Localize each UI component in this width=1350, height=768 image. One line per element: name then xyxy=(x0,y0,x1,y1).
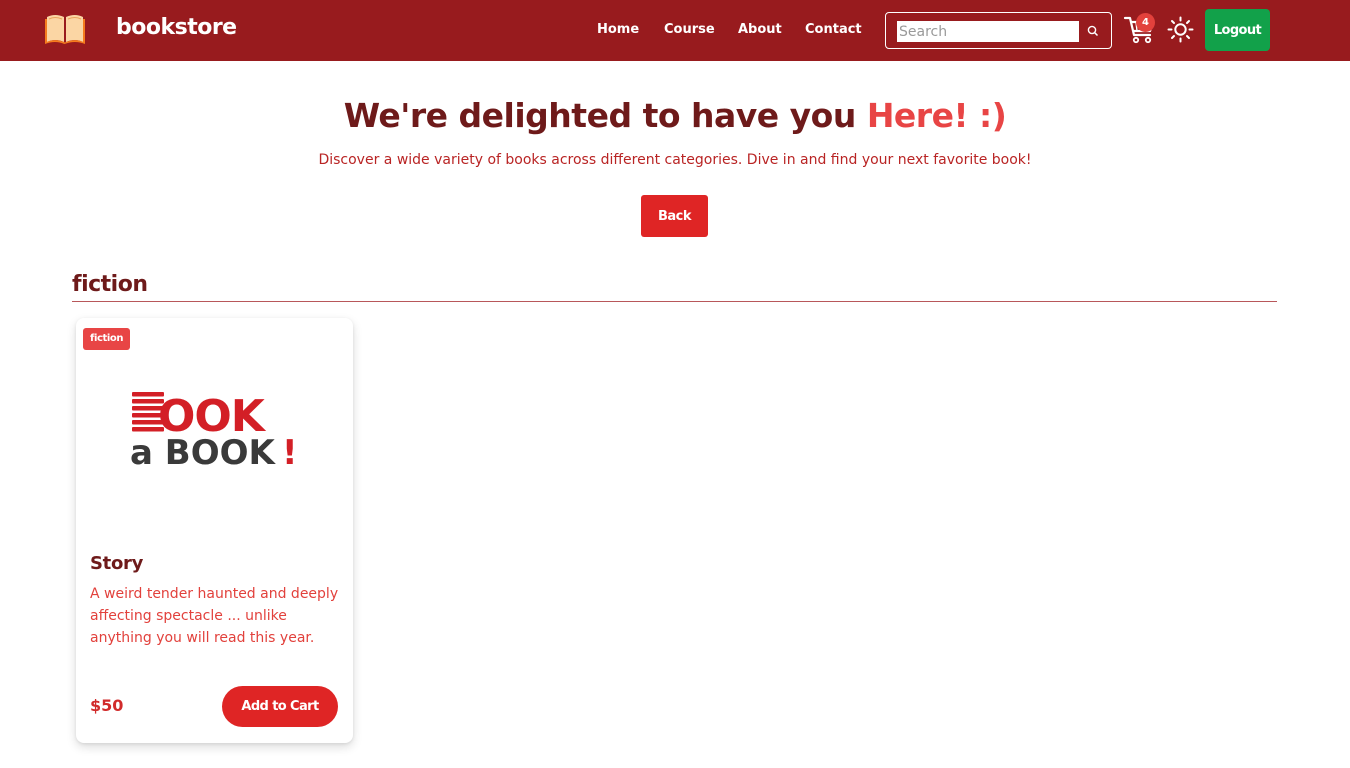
logout-button[interactable]: Logout xyxy=(1205,9,1270,51)
search-box xyxy=(885,12,1112,49)
add-to-cart-button[interactable]: Add to Cart xyxy=(222,686,338,727)
open-book-logo-icon[interactable] xyxy=(44,11,86,45)
back-button[interactable]: Back xyxy=(641,195,708,237)
brand-name[interactable]: bookstore xyxy=(116,15,237,40)
page-title: We're delighted to have you Here! :) xyxy=(0,96,1350,135)
page-title-main: We're delighted to have you xyxy=(343,96,867,135)
nav-link-course[interactable]: Course xyxy=(664,22,715,37)
svg-text:!: ! xyxy=(282,433,296,468)
navbar: bookstore Home Course About Contact 4 xyxy=(0,0,1350,61)
nav-link-about[interactable]: About xyxy=(738,22,782,37)
cart-count-badge: 4 xyxy=(1136,13,1155,32)
category-divider xyxy=(72,301,1277,302)
nav-link-contact[interactable]: Contact xyxy=(805,22,862,37)
book-cover-image: OOK a BOOK ! xyxy=(130,391,296,468)
category-heading: fiction xyxy=(72,272,148,297)
book-title: Story xyxy=(90,553,144,574)
search-input[interactable] xyxy=(897,21,1079,42)
nav-link-home[interactable]: Home xyxy=(597,22,639,37)
svg-text:a BOOK: a BOOK xyxy=(130,433,277,468)
book-price: $50 xyxy=(90,696,124,715)
book-description: A weird tender haunted and deeply affect… xyxy=(90,586,339,646)
search-icon[interactable] xyxy=(1086,24,1100,38)
category-badge: fiction xyxy=(83,328,131,350)
page-title-accent: Here! :) xyxy=(866,96,1007,135)
book-card: fiction OOK a BOOK ! Story A weird tende… xyxy=(76,318,353,743)
sun-icon[interactable] xyxy=(1167,16,1194,43)
page-subtitle: Discover a wide variety of books across … xyxy=(318,152,1032,168)
